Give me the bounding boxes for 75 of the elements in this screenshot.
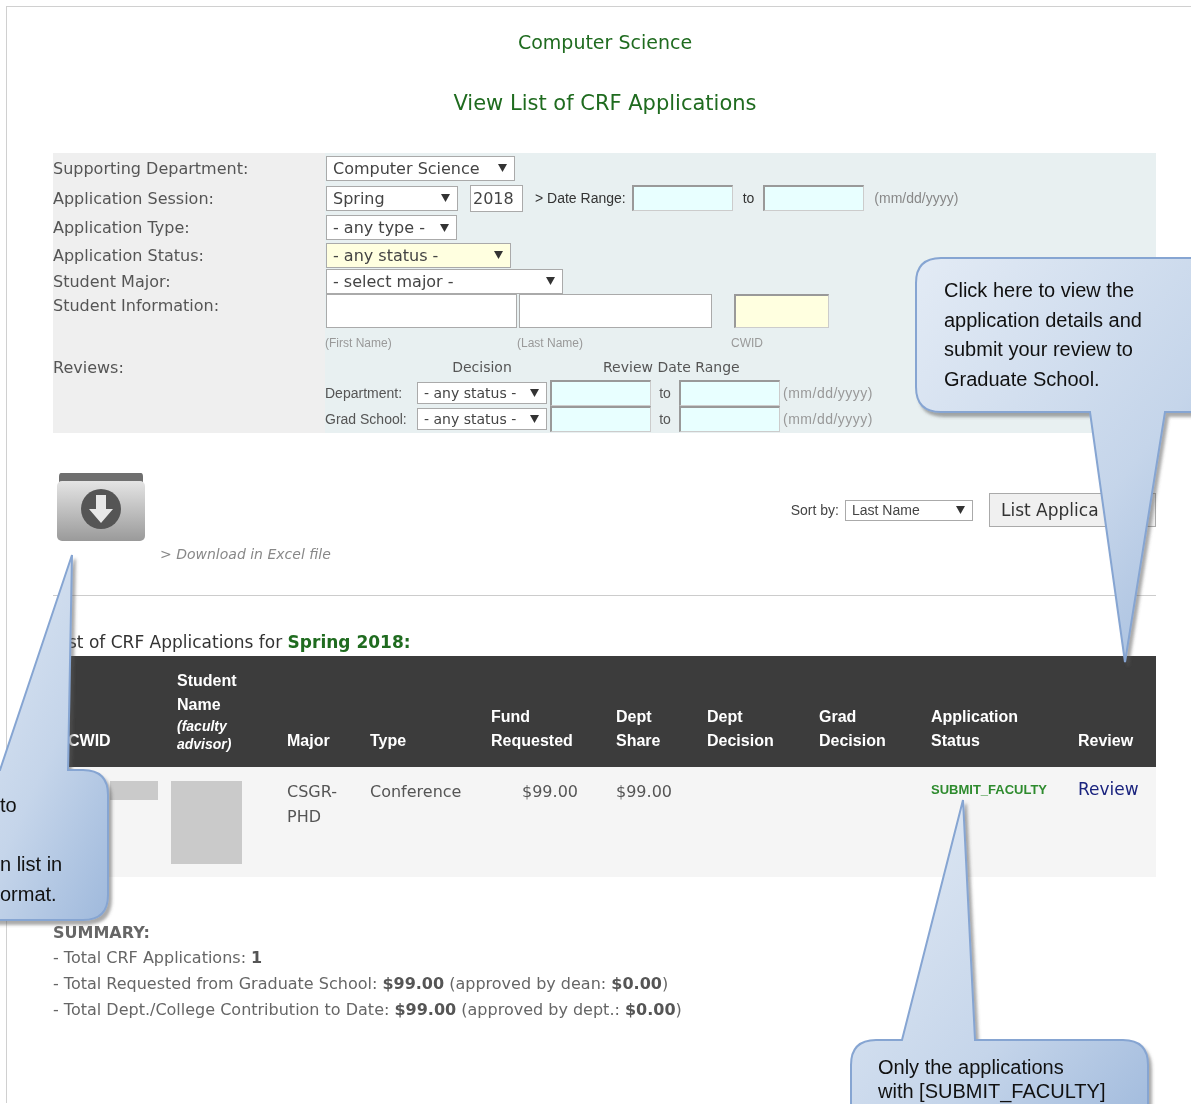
- date-format-hint: (mm/dd/yyyy): [783, 411, 873, 427]
- date-input[interactable]: [679, 406, 780, 432]
- caret-icon: [530, 389, 539, 397]
- type-select[interactable]: - any type -: [326, 215, 457, 240]
- decision-select[interactable]: - any status -: [417, 382, 547, 404]
- column-header: Review: [1071, 656, 1156, 767]
- review-link[interactable]: Review: [1078, 779, 1139, 799]
- column-header: Major: [280, 656, 363, 767]
- date-input[interactable]: [763, 185, 865, 211]
- column-header: Dept Share: [609, 656, 700, 767]
- status-select[interactable]: - any status -: [326, 242, 511, 268]
- first-name-input[interactable]: [326, 294, 517, 328]
- date-input[interactable]: [631, 185, 733, 211]
- redacted-block: [110, 781, 158, 800]
- session-select[interactable]: Spring: [326, 185, 458, 211]
- table-cell-text: $99.00: [522, 781, 578, 803]
- table-cell-text: Conference: [370, 781, 462, 803]
- date-format-hint: (mm/dd/yyyy): [783, 385, 873, 401]
- field-label: Application Session:: [53, 188, 214, 208]
- summary-line: - Total CRF Applications: 1: [53, 948, 264, 968]
- year-field[interactable]: 2018: [470, 184, 523, 212]
- column-header: Fund Requested: [484, 656, 609, 767]
- last-name-input[interactable]: [519, 294, 712, 328]
- decision-select[interactable]: - any status -: [417, 408, 547, 430]
- caret-icon: [956, 506, 965, 514]
- sort-select[interactable]: Last Name: [845, 499, 973, 521]
- department-title: Computer Science: [516, 30, 694, 55]
- field-label: Supporting Department:: [53, 158, 249, 178]
- date-format-hint: (mm/dd/yyyy): [874, 190, 959, 206]
- field-label: Application Type:: [53, 218, 190, 237]
- review-label: Department:: [325, 385, 404, 401]
- download-link[interactable]: > Download in Excel file: [160, 546, 331, 562]
- callout-text: to n list in ormat.: [0, 793, 64, 907]
- column-header: Dept Decision: [700, 656, 812, 767]
- field-label: Reviews:: [53, 358, 124, 377]
- date-range-label: > Date Range:: [535, 190, 626, 206]
- field-label: Student Major:: [53, 271, 171, 291]
- field-label: Application Status:: [53, 245, 204, 265]
- department-select[interactable]: Computer Science: [326, 155, 515, 181]
- column-header: Application Status: [924, 656, 1071, 767]
- column-header: Grad Decision: [812, 656, 924, 767]
- summary-line: - Total Requested from Graduate School: $99.00 (approved by dean: $0.00): [53, 974, 670, 994]
- caret-icon: [441, 194, 450, 202]
- callout-text: Click here to view the application details and submit your review to Graduate School.: [944, 278, 1143, 392]
- to-label: to: [742, 190, 755, 206]
- major-select[interactable]: - select major -: [326, 268, 563, 294]
- cwid-input[interactable]: [734, 294, 829, 328]
- field-label: Student Information:: [53, 296, 220, 315]
- sort-label: Sort by:: [790, 502, 839, 518]
- review-label: Grad School:: [325, 411, 408, 427]
- to-label: to: [658, 385, 672, 401]
- summary-title: SUMMARY:: [53, 923, 151, 942]
- status-text: SUBMIT_FACULTY: [931, 782, 1048, 797]
- caret-icon: [546, 277, 555, 285]
- summary-line: - Total Dept./College Contribution to Date: $99.00 (approved by dept.: $0.00): [53, 1000, 683, 1020]
- date-input[interactable]: [550, 380, 651, 406]
- column-header: Review Date Range: [603, 359, 740, 375]
- input-hint: CWID: [731, 336, 764, 350]
- table-cell-text: $99.00: [616, 781, 672, 803]
- caret-icon: [498, 164, 507, 172]
- column-header: Decision: [452, 359, 512, 375]
- caret-icon: [440, 223, 449, 232]
- caret-icon: [494, 251, 503, 259]
- folder-download-icon[interactable]: [57, 471, 145, 543]
- date-input[interactable]: [550, 406, 651, 432]
- column-header: Student Name (faculty advisor): [170, 656, 280, 767]
- input-hint: (First Name): [325, 336, 393, 350]
- input-hint: (Last Name): [517, 336, 585, 350]
- caret-icon: [530, 415, 539, 423]
- page-title: View List of CRF Applications: [452, 91, 758, 117]
- to-label: to: [658, 411, 672, 427]
- date-input[interactable]: [679, 380, 780, 406]
- table-cell-text: CSGR-PHD: [287, 781, 338, 828]
- callout-text: Only the applications with [SUBMIT_FACULTY]: [878, 1055, 1107, 1103]
- column-header: Type: [363, 656, 484, 767]
